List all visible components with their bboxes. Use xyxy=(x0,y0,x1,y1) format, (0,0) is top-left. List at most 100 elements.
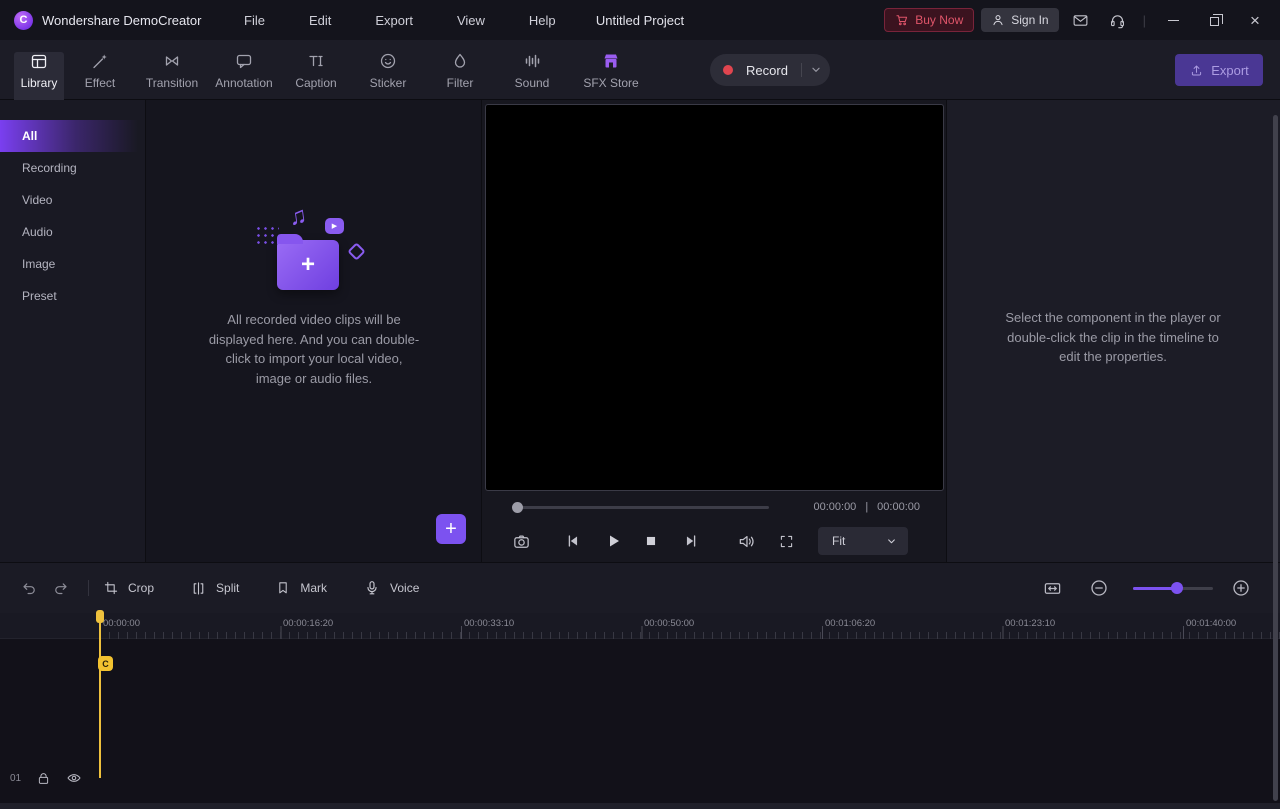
sign-in-button[interactable]: Sign In xyxy=(981,8,1059,32)
zoom-fit-dropdown[interactable]: Fit xyxy=(818,527,908,555)
track-visibility-button[interactable] xyxy=(65,769,83,787)
next-frame-icon xyxy=(686,535,696,547)
tab-filter[interactable]: Filter xyxy=(424,40,496,100)
voice-label: Voice xyxy=(390,581,420,595)
menu-help[interactable]: Help xyxy=(507,13,578,28)
undo-button[interactable] xyxy=(16,575,42,601)
category-recording[interactable]: Recording xyxy=(0,152,145,184)
next-frame-button[interactable] xyxy=(676,526,706,556)
redo-button[interactable] xyxy=(48,575,74,601)
support-button[interactable] xyxy=(1103,5,1133,35)
crop-label: Crop xyxy=(128,581,155,595)
tab-annotation[interactable]: Annotation xyxy=(208,40,280,100)
timeline-zoom-slider[interactable] xyxy=(1133,581,1213,594)
tab-sfx-store[interactable]: SFX Store xyxy=(568,40,654,100)
export-icon xyxy=(1192,65,1202,75)
minimize-button[interactable] xyxy=(1156,5,1190,35)
empty-message-line: image or audio files. xyxy=(255,370,373,386)
chevron-down-icon xyxy=(888,538,895,543)
menu-edit[interactable]: Edit xyxy=(287,13,353,28)
voice-button[interactable]: Voice xyxy=(363,579,419,597)
timeline-ruler[interactable]: 00:00:00 00:00:16:20 00:00:33:10 00:00:5… xyxy=(0,613,1280,639)
buy-now-label: Buy Now xyxy=(915,13,964,27)
eye-icon xyxy=(67,774,81,782)
split-button[interactable]: Split xyxy=(190,580,239,597)
category-image[interactable]: Image xyxy=(0,248,145,280)
record-button[interactable]: Record xyxy=(710,54,830,86)
empty-library-illustration: ♫ ▶ + xyxy=(146,202,482,305)
stop-button[interactable] xyxy=(636,526,666,556)
lock-icon xyxy=(38,772,48,784)
crop-button[interactable]: Crop xyxy=(103,580,154,596)
record-dropdown-toggle[interactable] xyxy=(802,63,830,77)
zoom-out-icon xyxy=(1091,580,1107,596)
titlebar-separator: | xyxy=(1142,12,1146,28)
video-chip-icon: ▶ xyxy=(325,218,344,234)
library-category-panel: All Recording Video Audio Image Preset xyxy=(0,100,145,562)
tab-library[interactable]: Library xyxy=(14,40,64,100)
seek-bar[interactable] xyxy=(513,506,769,509)
tab-caption[interactable]: Caption xyxy=(280,40,352,100)
titlebar: C Wondershare DemoCreator File Edit Expo… xyxy=(0,0,1280,40)
tab-effect[interactable]: Effect xyxy=(64,40,136,100)
track-header: 01 xyxy=(10,770,83,786)
category-preset[interactable]: Preset xyxy=(0,280,145,312)
app-name: Wondershare DemoCreator xyxy=(42,12,202,28)
zoom-fit-value: Fit xyxy=(832,534,846,548)
close-button[interactable]: × xyxy=(1238,5,1272,35)
import-media-button[interactable]: + xyxy=(436,514,466,544)
time-display: 00:00:00 | 00:00:00 xyxy=(813,501,920,513)
export-button[interactable]: Export xyxy=(1175,54,1263,86)
tab-sound[interactable]: Sound xyxy=(496,40,568,100)
messages-button[interactable] xyxy=(1066,5,1096,35)
tab-sticker[interactable]: Sticker xyxy=(352,40,424,100)
zoom-out-button[interactable] xyxy=(1086,575,1112,601)
empty-message-line: displayed here. And you can double- xyxy=(208,331,420,347)
titlebar-actions: Buy Now Sign In | × xyxy=(884,0,1272,40)
track-lock-button[interactable] xyxy=(34,769,52,787)
fullscreen-icon xyxy=(780,535,792,547)
app-logo-icon: C xyxy=(14,10,33,30)
category-all[interactable]: All xyxy=(0,120,138,152)
properties-line: Select the component in the player or xyxy=(1005,310,1221,325)
snapshot-button[interactable] xyxy=(506,526,536,556)
empty-message-line: All recorded video clips will be xyxy=(227,312,401,327)
ruler-label: 00:01:40:00 xyxy=(1186,618,1237,629)
menu-view[interactable]: View xyxy=(435,13,507,28)
mark-button[interactable]: Mark xyxy=(275,580,327,596)
zoom-in-button[interactable] xyxy=(1228,575,1254,601)
previous-frame-button[interactable] xyxy=(558,526,588,556)
zoom-slider-handle[interactable] xyxy=(1171,581,1183,594)
chevron-down-icon xyxy=(812,67,820,72)
diamond-decoration xyxy=(347,242,366,261)
app-window: C Wondershare DemoCreator File Edit Expo… xyxy=(0,0,1280,809)
fit-timeline-button[interactable] xyxy=(1039,575,1065,601)
volume-button[interactable] xyxy=(731,526,761,556)
timeline-tools: Crop Split Mark Voice xyxy=(16,563,455,613)
timeline-marker-badge[interactable]: C xyxy=(98,656,113,671)
timeline-tracks[interactable]: 01 xyxy=(0,639,1280,809)
horizontal-scrollbar[interactable] xyxy=(0,803,1280,809)
fullscreen-button[interactable] xyxy=(771,526,801,556)
ruler-label: 00:00:33:10 xyxy=(464,618,515,629)
vertical-scrollbar[interactable] xyxy=(1273,115,1278,801)
dots-decoration xyxy=(255,225,279,247)
seek-handle[interactable] xyxy=(512,502,523,513)
empty-message-line: click to import your local video, xyxy=(225,351,403,366)
buy-now-button[interactable]: Buy Now xyxy=(884,8,975,32)
maximize-button[interactable] xyxy=(1197,5,1231,35)
person-icon xyxy=(993,15,1003,26)
play-button[interactable] xyxy=(598,526,628,556)
toolbar: Library Effect Transition Annotation Cap… xyxy=(0,40,1280,100)
category-audio[interactable]: Audio xyxy=(0,216,145,248)
cart-icon xyxy=(896,15,908,26)
volume-icon xyxy=(739,535,754,547)
playhead-handle[interactable] xyxy=(96,610,104,623)
tab-effect-label: Effect xyxy=(84,75,116,90)
microphone-icon xyxy=(367,581,377,595)
toolbar-tabs: Library Effect Transition Annotation Cap… xyxy=(14,40,654,100)
tab-transition[interactable]: Transition xyxy=(136,40,208,100)
category-video[interactable]: Video xyxy=(0,184,145,216)
menu-file[interactable]: File xyxy=(222,13,287,28)
menu-export[interactable]: Export xyxy=(353,13,435,28)
